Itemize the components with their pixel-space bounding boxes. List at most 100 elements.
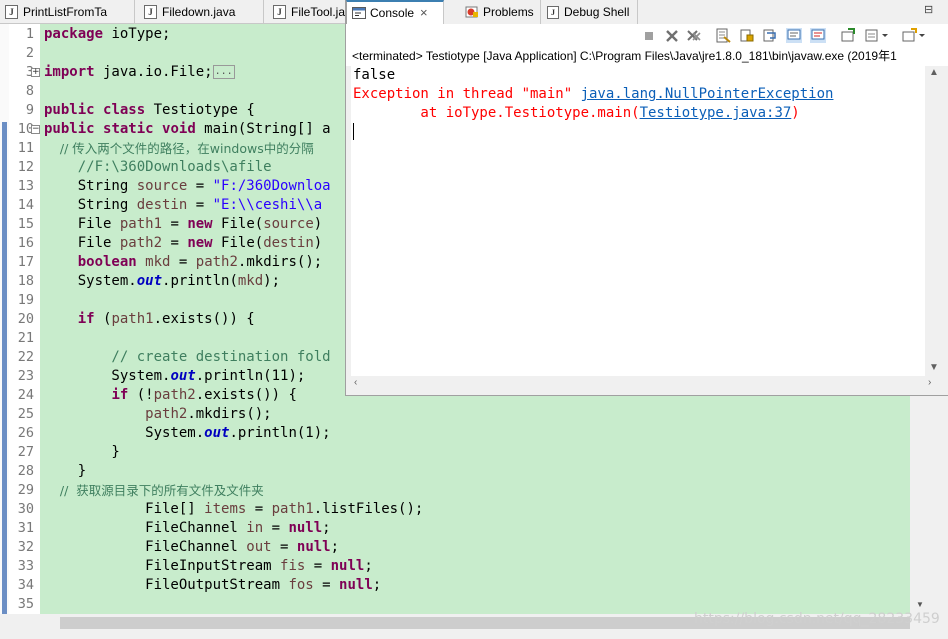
chevron-down-icon[interactable]: [917, 28, 927, 43]
code-token: // create destination fold: [44, 349, 331, 365]
tab-debug-shell[interactable]: J Debug Shell: [542, 0, 638, 24]
line-number: 28: [17, 463, 34, 479]
overview-ruler: [910, 396, 948, 614]
code-line: FileChannel in = null;: [44, 519, 330, 538]
maximize-icon[interactable]: ⊟: [924, 3, 933, 16]
display-selected-console-icon[interactable]: [864, 28, 880, 43]
code-token: File(: [212, 235, 264, 251]
code-token: .mkdirs();: [187, 406, 272, 422]
tab-problems[interactable]: Problems: [460, 0, 541, 24]
close-icon[interactable]: ×: [420, 6, 428, 19]
open-console-icon[interactable]: [901, 28, 917, 43]
tab-problems-label: Problems: [483, 5, 534, 19]
code-token: path2: [119, 235, 163, 251]
stack-trace-link[interactable]: Testiotype.java:37: [640, 105, 792, 121]
code-token: FileChannel: [44, 520, 247, 536]
clear-console-icon[interactable]: [715, 28, 731, 43]
console-output[interactable]: false Exception in thread "main" java.la…: [351, 66, 925, 376]
console-vertical-scrollbar[interactable]: ▲ ▼: [925, 66, 942, 376]
line-number: 9: [25, 102, 34, 118]
code-token: }: [44, 444, 120, 460]
code-token: .exists()) {: [195, 387, 297, 403]
pin-console-icon[interactable]: [840, 28, 856, 43]
code-token: java.io.File;: [94, 64, 213, 80]
code-line: FileOutputStream fos = null;: [44, 576, 381, 595]
code-line: //F:\360Downloads\afile: [44, 158, 272, 177]
code-token: destin: [263, 235, 314, 251]
scroll-down-icon[interactable]: ▼: [915, 600, 925, 610]
editor-tab-printlistfromta[interactable]: J PrintListFromTa: [0, 0, 135, 24]
chevron-left-icon[interactable]: ‹: [354, 378, 357, 388]
code-line: }: [44, 462, 86, 481]
code-line: File path2 = new File(destin): [44, 234, 323, 253]
code-token: null: [330, 558, 365, 574]
code-line: if (!path2.exists()) {: [44, 386, 297, 405]
code-line: System.out.println(11);: [44, 367, 305, 386]
console-error-text: Exception in thread "main": [353, 86, 581, 102]
tab-console[interactable]: Console ×: [346, 0, 444, 24]
fold-collapsed-icon[interactable]: +: [31, 68, 40, 77]
show-on-stdout-icon[interactable]: [786, 28, 802, 43]
code-token: null: [339, 577, 373, 593]
remove-all-terminated-icon[interactable]: [686, 28, 702, 43]
chevron-up-icon[interactable]: ▲: [929, 68, 939, 78]
code-line: }: [44, 443, 120, 462]
console-horizontal-scrollbar[interactable]: ‹ ›: [351, 376, 942, 390]
line-number: 17: [17, 254, 34, 270]
console-line: at ioType.Testiotype.main(Testiotype.jav…: [353, 104, 799, 123]
code-token: .println(11);: [195, 368, 306, 384]
code-token: null: [296, 539, 331, 555]
code-token: "E:\\ceshi\\a: [212, 197, 323, 213]
code-token: out: [170, 368, 196, 384]
tab-console-label: Console: [370, 6, 415, 20]
code-token: =: [313, 577, 340, 593]
exception-link[interactable]: java.lang.NullPointerException: [581, 86, 834, 102]
code-token: String: [44, 178, 137, 194]
change-marker: [2, 122, 7, 614]
code-token: public: [44, 121, 95, 137]
chevron-down-icon[interactable]: ▼: [929, 363, 939, 373]
collapsed-imports-marker[interactable]: ...: [212, 65, 235, 79]
terminate-icon[interactable]: [641, 28, 657, 43]
line-number: 1: [25, 26, 34, 42]
line-number: 11: [17, 140, 34, 156]
line-number: 31: [17, 520, 34, 536]
chevron-down-icon[interactable]: [880, 28, 890, 43]
code-token: new: [187, 216, 213, 232]
code-token: if: [77, 311, 95, 327]
code-token: boolean: [77, 254, 137, 270]
code-token: ): [313, 235, 323, 251]
code-token: .exists()) {: [153, 311, 255, 327]
problems-icon: [465, 6, 478, 18]
fold-expanded-icon[interactable]: −: [31, 125, 40, 134]
word-wrap-icon[interactable]: [762, 28, 778, 43]
chevron-right-icon[interactable]: ›: [928, 378, 931, 388]
remove-launch-icon[interactable]: [664, 28, 680, 43]
line-number: 25: [17, 406, 34, 422]
editor-tab-filetool[interactable]: J FileTool.ja: [268, 0, 345, 24]
code-token: destin: [136, 197, 188, 213]
line-number: 24: [17, 387, 34, 403]
code-token: File: [44, 216, 120, 232]
show-on-stderr-icon[interactable]: [810, 28, 826, 43]
code-line: // 获取源目录下的所有文件及文件夹: [44, 481, 264, 500]
code-line: File path1 = new File(source): [44, 215, 323, 234]
code-line: System.out.println(mkd);: [44, 272, 280, 291]
code-token: mkd: [145, 254, 171, 270]
code-token: =: [187, 178, 213, 194]
line-number: 26: [17, 425, 34, 441]
line-number: 30: [17, 501, 34, 517]
scroll-lock-icon[interactable]: [739, 28, 755, 43]
line-number: 13: [17, 178, 34, 194]
line-number: 20: [17, 311, 34, 327]
code-line: String source = "F:/360Downloa: [44, 177, 331, 196]
code-token: mkd: [237, 273, 264, 289]
editor-tab-filedown[interactable]: J Filedown.java: [139, 0, 264, 24]
code-token: (!: [128, 387, 154, 403]
line-number: 34: [17, 577, 34, 593]
line-number: 12: [17, 159, 34, 175]
